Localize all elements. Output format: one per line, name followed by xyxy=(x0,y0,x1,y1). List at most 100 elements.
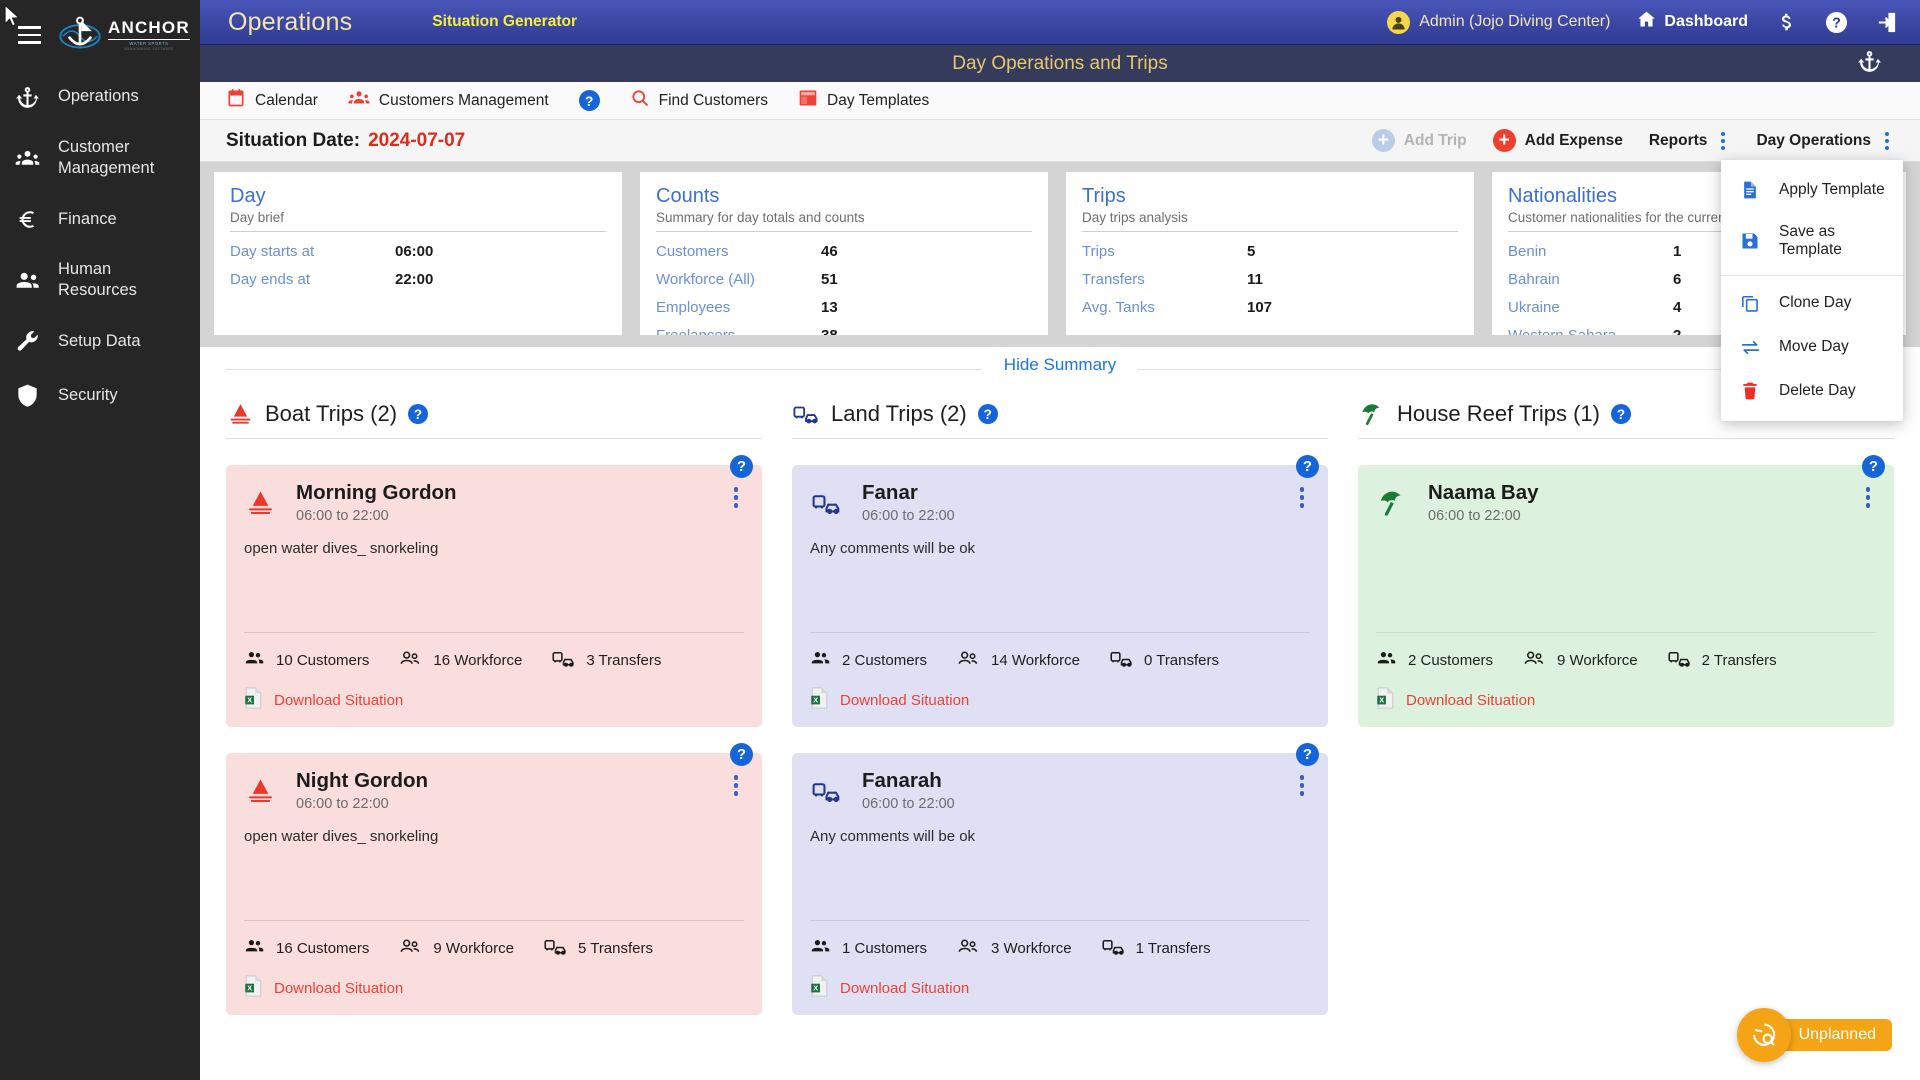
card-help-icon[interactable]: ? xyxy=(1296,455,1319,478)
excel-file-icon: X xyxy=(810,687,829,713)
row-value: 46 xyxy=(821,243,838,260)
user-account-menu[interactable]: Admin (Jojo Diving Center) xyxy=(1387,10,1610,34)
stat-label: 10 Customers xyxy=(276,652,370,669)
card-help-icon[interactable]: ? xyxy=(1862,455,1885,478)
card-help-icon[interactable]: ? xyxy=(730,455,753,478)
help-icon[interactable]: ? xyxy=(1824,10,1848,34)
toolbar-find-customers-button[interactable]: Find Customers xyxy=(630,88,768,113)
top-header-bar: Operations Situation Generator Admin (Jo… xyxy=(200,0,1920,45)
trip-kebab-menu-icon[interactable] xyxy=(728,769,745,802)
menu-item-apply-template[interactable]: Apply Template xyxy=(1721,168,1903,212)
sidebar-item-finance[interactable]: Finance xyxy=(0,192,200,246)
sidebar: ANCHOR WATER SPORTS MANAGEMENT SOFTWARE … xyxy=(0,0,200,1080)
toolbar-help-icon[interactable]: ? xyxy=(578,90,600,111)
menu-item-label: Delete Day xyxy=(1779,382,1856,399)
stat-label: 2 Customers xyxy=(842,652,928,669)
trip-card[interactable]: ? Naama Bay 06:00 to 22:00 2 Customers 9… xyxy=(1358,455,1894,727)
menu-divider xyxy=(1721,275,1903,276)
sidebar-item-setup-data[interactable]: Setup Data xyxy=(0,314,200,368)
stat-workforce: 9 Workforce xyxy=(1523,647,1638,674)
stat-customers: 1 Customers xyxy=(810,936,927,961)
add-trip-button[interactable]: + Add Trip xyxy=(1371,129,1467,152)
trip-comment: Any comments will be ok xyxy=(810,540,976,557)
row-key: Workforce (All) xyxy=(656,271,755,288)
row-value: 13 xyxy=(821,299,838,316)
trip-kebab-menu-icon[interactable] xyxy=(728,481,745,514)
copy-icon xyxy=(1739,292,1761,314)
trip-time: 06:00 to 22:00 xyxy=(296,508,389,524)
column-help-icon[interactable]: ? xyxy=(977,404,998,424)
sidebar-item-operations[interactable]: Operations xyxy=(0,70,200,124)
toolbar-day-templates-button[interactable]: Day Templates xyxy=(798,88,929,113)
day-operations-menu-button[interactable]: Day Operations xyxy=(1756,129,1894,153)
day-actions: + Add Trip + Add Expense Reports Day Ope… xyxy=(1371,129,1894,153)
card-header: Fanarah 06:00 to 22:00 xyxy=(810,769,1310,812)
logout-icon[interactable] xyxy=(1874,10,1898,34)
unplanned-fab-button[interactable]: Unplanned xyxy=(1736,1008,1892,1062)
bus-car-icon xyxy=(1110,647,1133,674)
workforce-icon xyxy=(957,935,980,962)
trip-card[interactable]: ? Fanar 06:00 to 22:00 Any comments will… xyxy=(792,455,1328,727)
kebab-menu-icon[interactable] xyxy=(1880,129,1894,153)
menu-item-delete-day[interactable]: Delete Day xyxy=(1721,369,1903,413)
sidebar-item-security[interactable]: Security xyxy=(0,368,200,422)
menu-item-label: Apply Template xyxy=(1779,181,1885,198)
trip-card[interactable]: ? Fanarah 06:00 to 22:00 Any comments wi… xyxy=(792,743,1328,1015)
summary-row: Customers 46 xyxy=(656,243,1032,260)
excel-file-icon: X xyxy=(244,687,263,713)
stat-label: 16 Customers xyxy=(276,940,370,957)
stat-transfers: 0 Transfers xyxy=(1110,647,1219,674)
summary-row: Day ends at 22:00 xyxy=(230,271,606,288)
card-help-icon[interactable]: ? xyxy=(1296,743,1319,766)
row-value: 06:00 xyxy=(395,243,434,260)
trip-stats: 2 Customers 14 Workforce 0 Transfers xyxy=(810,632,1310,674)
row-value: 5 xyxy=(1247,243,1256,260)
dashboard-button[interactable]: Dashboard xyxy=(1636,9,1748,35)
kebab-menu-icon[interactable] xyxy=(1716,129,1730,153)
sidebar-item-human-resources[interactable]: Human Resources xyxy=(0,246,200,314)
row-key: Trips xyxy=(1082,243,1115,260)
menu-item-save-as-template[interactable]: Save as Template xyxy=(1721,212,1903,270)
column-help-icon[interactable]: ? xyxy=(408,404,429,424)
dollar-icon[interactable] xyxy=(1774,10,1798,34)
summary-row: Employees 13 xyxy=(656,299,1032,316)
download-situation-link[interactable]: X Download Situation xyxy=(810,975,1310,1001)
stat-customers: 16 Customers xyxy=(244,936,369,961)
sidebar-item-customer-management[interactable]: Customer Management xyxy=(0,124,200,192)
stat-label: 9 Workforce xyxy=(1557,652,1638,669)
customers-icon xyxy=(810,936,831,961)
row-value: 1 xyxy=(1673,243,1682,260)
card-subtitle: Day trips analysis xyxy=(1082,210,1458,232)
column-header: Boat Trips (2) ? xyxy=(226,400,762,439)
trip-kebab-menu-icon[interactable] xyxy=(1294,481,1311,514)
download-situation-link[interactable]: X Download Situation xyxy=(810,687,1310,713)
toolbar-calendar-button[interactable]: Calendar xyxy=(226,88,318,113)
column-help-icon[interactable]: ? xyxy=(1610,404,1631,424)
row-value: 2 xyxy=(1673,327,1681,335)
download-situation-link[interactable]: X Download Situation xyxy=(1376,687,1876,713)
menu-item-clone-day[interactable]: Clone Day xyxy=(1721,281,1903,325)
toolbar-customers-management-button[interactable]: Customers Management xyxy=(348,87,549,114)
card-help-icon[interactable]: ? xyxy=(730,743,753,766)
bus-car-icon xyxy=(792,400,820,428)
menu-item-move-day[interactable]: Move Day xyxy=(1721,325,1903,369)
trip-card[interactable]: ? Night Gordon 06:00 to 22:00 open water… xyxy=(226,743,762,1015)
reports-menu-button[interactable]: Reports xyxy=(1649,129,1731,153)
download-situation-link[interactable]: X Download Situation xyxy=(244,687,744,713)
brand-logo[interactable]: ANCHOR WATER SPORTS MANAGEMENT SOFTWARE xyxy=(59,14,190,56)
download-label: Download Situation xyxy=(1406,691,1536,709)
situation-generator-link[interactable]: Situation Generator xyxy=(432,13,577,31)
add-expense-button[interactable]: + Add Expense xyxy=(1492,129,1623,152)
avatar xyxy=(1387,10,1411,34)
customers-icon xyxy=(244,648,265,673)
trip-card[interactable]: ? Morning Gordon 06:00 to 22:00 open wat… xyxy=(226,455,762,727)
anchor-icon[interactable] xyxy=(1857,49,1882,79)
trip-kebab-menu-icon[interactable] xyxy=(1860,481,1877,514)
trip-kebab-menu-icon[interactable] xyxy=(1294,769,1311,802)
hide-summary-link[interactable]: Hide Summary xyxy=(981,355,1139,375)
row-key: Freelancers xyxy=(656,327,821,335)
download-situation-link[interactable]: X Download Situation xyxy=(244,975,744,1001)
column-title: Boat Trips (2) xyxy=(265,401,398,426)
column-header: Land Trips (2) ? xyxy=(792,400,1328,439)
summary-row: Freelancers 38 xyxy=(656,327,1032,335)
